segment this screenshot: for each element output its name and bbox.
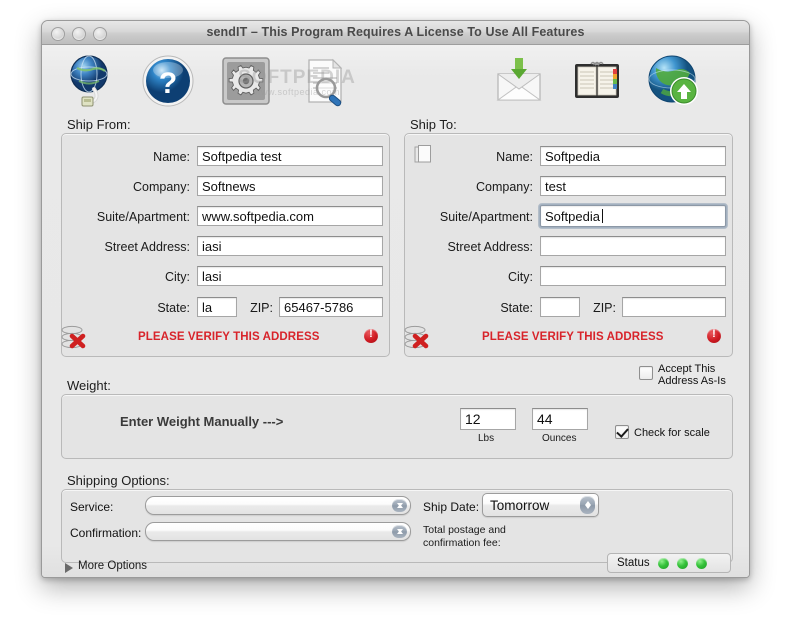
chevron-updown-icon xyxy=(580,496,595,514)
help-question-icon[interactable]: ? xyxy=(140,53,196,109)
ship-from-street-label: Street Address: xyxy=(104,240,190,254)
ship-from-zip-input[interactable]: 65467-5786 xyxy=(279,297,383,317)
status-label: Status xyxy=(617,557,650,569)
status-led-2 xyxy=(676,557,688,569)
ship-from-group-label: Ship From: xyxy=(67,117,131,132)
shipping-options-group-label: Shipping Options: xyxy=(67,473,170,488)
ship-from-suite-label: Suite/Apartment: xyxy=(96,210,190,224)
weight-group-label: Weight: xyxy=(67,378,111,393)
ship-from-suite-input[interactable]: www.softpedia.com xyxy=(197,206,383,226)
ship-from-zip-label: ZIP: xyxy=(250,301,273,315)
ship-to-suite-label: Suite/Apartment: xyxy=(439,210,533,224)
check-for-scale-label: Check for scale xyxy=(634,427,710,439)
confirmation-dropdown[interactable] xyxy=(145,522,411,541)
ship-to-zip-label: ZIP: xyxy=(593,301,616,315)
toolbar: ? SOFTPEDIA www.softpedia.com xyxy=(42,45,749,117)
chevron-updown-icon xyxy=(392,499,407,512)
text-caret xyxy=(601,209,603,223)
total-fee-line1: Total postage and xyxy=(423,524,506,536)
status-led-3 xyxy=(695,557,707,569)
window-title: sendIT – This Program Requires A License… xyxy=(206,25,585,39)
ship-from-state-label: State: xyxy=(157,301,190,315)
ship-to-suite-input[interactable]: Softpedia xyxy=(538,203,728,229)
chevron-updown-icon xyxy=(392,525,407,538)
total-fee-line2: confirmation fee: xyxy=(423,536,501,549)
ship-to-verify-message: PLEASE VERIFY THIS ADDRESS xyxy=(482,331,664,343)
weight-ounces-input[interactable]: 44 xyxy=(532,408,588,430)
enter-weight-manually-label: Enter Weight Manually ---> xyxy=(120,414,284,429)
ship-date-value: Tomorrow xyxy=(490,497,550,513)
ship-from-street-input[interactable]: iasi xyxy=(197,236,383,256)
ship-to-name-input[interactable]: Softpedia xyxy=(540,146,726,166)
ship-date-label: Ship Date: xyxy=(423,500,480,514)
ship-from-company-input[interactable]: Softnews xyxy=(197,176,383,196)
ship-to-street-label: Street Address: xyxy=(447,240,533,254)
ship-from-name-label: Name: xyxy=(153,150,190,164)
weight-lbs-unit-label: Lbs xyxy=(478,433,495,444)
address-book-icon[interactable] xyxy=(569,53,625,109)
ship-to-company-label: Company: xyxy=(476,180,533,194)
ship-to-state-label: State: xyxy=(500,301,533,315)
ship-from-city-input[interactable]: lasi xyxy=(197,266,383,286)
more-options-disclosure-icon[interactable] xyxy=(65,563,73,573)
accept-address-as-is-label: Accept This Address As-Is xyxy=(658,363,740,387)
screen: sendIT – This Program Requires A License… xyxy=(0,0,789,628)
ship-date-dropdown[interactable]: Tomorrow xyxy=(482,493,599,517)
preferences-gear-icon[interactable] xyxy=(218,53,274,109)
ship-to-zip-input[interactable] xyxy=(622,297,726,317)
weight-ounces-unit-label: Ounces xyxy=(542,433,577,444)
mail-receive-icon[interactable] xyxy=(491,53,547,109)
document-search-icon[interactable] xyxy=(296,53,352,109)
ship-to-group-label: Ship To: xyxy=(410,117,457,132)
total-fee-label: Total postage and confirmation fee: xyxy=(423,524,563,549)
ship-to-city-input[interactable] xyxy=(540,266,726,286)
accept-as-is-line1: Accept This xyxy=(658,363,716,375)
globe-upload-icon[interactable] xyxy=(646,53,702,109)
ship-from-name-input[interactable]: Softpedia test xyxy=(197,146,383,166)
status-indicator: Status xyxy=(607,553,731,573)
weight-lbs-input[interactable]: 12 xyxy=(460,408,516,430)
footer-divider xyxy=(42,577,749,578)
ship-from-state-input[interactable]: la xyxy=(197,297,237,317)
ship-from-company-label: Company: xyxy=(133,180,190,194)
app-window: sendIT – This Program Requires A License… xyxy=(41,20,750,578)
service-dropdown[interactable] xyxy=(145,496,411,515)
ship-from-city-label: City: xyxy=(165,270,190,284)
svg-text:?: ? xyxy=(159,67,177,100)
more-options-label[interactable]: More Options xyxy=(78,560,147,572)
accept-as-is-line2: Address As-Is xyxy=(658,374,726,387)
ship-to-error-badge xyxy=(707,328,721,343)
ship-to-street-input[interactable] xyxy=(540,236,726,256)
service-label: Service: xyxy=(70,500,114,514)
ship-to-suite-value: Softpedia xyxy=(545,208,600,224)
ship-to-city-label: City: xyxy=(508,270,533,284)
ship-to-state-input[interactable] xyxy=(540,297,580,317)
confirmation-label: Confirmation: xyxy=(70,526,142,540)
window-body: ? SOFTPEDIA www.softpedia.com Ship From:… xyxy=(42,45,749,577)
ship-to-name-label: Name: xyxy=(496,150,533,164)
ship-to-company-input[interactable]: test xyxy=(540,176,726,196)
ship-from-error-badge xyxy=(364,328,378,343)
accept-address-as-is-checkbox[interactable] xyxy=(639,366,653,380)
ship-from-verify-message: PLEASE VERIFY THIS ADDRESS xyxy=(138,331,320,343)
network-globe-icon[interactable] xyxy=(63,53,119,109)
status-led-1 xyxy=(657,557,669,569)
ship-to-address-delete-icon[interactable] xyxy=(404,325,430,351)
window-titlebar[interactable]: sendIT – This Program Requires A License… xyxy=(42,21,749,45)
ship-from-address-delete-icon[interactable] xyxy=(61,325,87,351)
check-for-scale-checkbox[interactable] xyxy=(615,425,629,439)
